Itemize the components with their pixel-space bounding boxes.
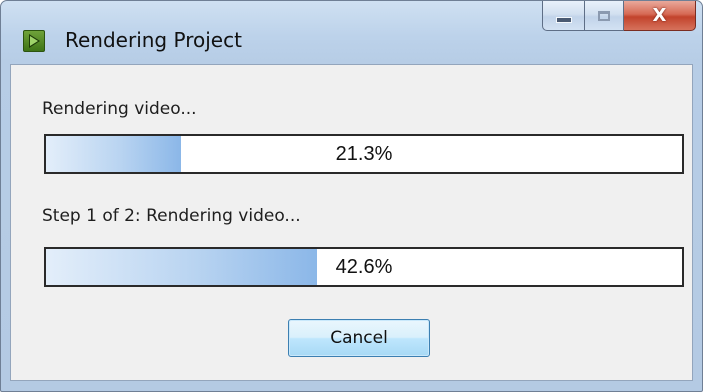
progress-bar-1-percent: 21.3% [335, 142, 393, 165]
progress-bar-2-percent: 42.6% [335, 255, 393, 278]
progress-2-label: Step 1 of 2: Rendering video... [42, 206, 301, 226]
progress-bar-2: 42.6% [44, 247, 684, 287]
minimize-button[interactable] [542, 1, 584, 31]
close-icon: X [652, 4, 667, 26]
caption-buttons: X [542, 1, 696, 31]
title-bar[interactable]: Rendering Project X [1, 1, 702, 59]
maximize-icon [598, 10, 610, 21]
minimize-icon [555, 16, 572, 23]
progress-bar-1: 21.3% [44, 134, 684, 174]
window-title: Rendering Project [65, 28, 242, 52]
cancel-button[interactable]: Cancel [288, 319, 430, 357]
rendering-project-window: Rendering Project X Rendering video... 2… [0, 0, 703, 392]
render-app-icon [23, 30, 45, 52]
close-button[interactable]: X [624, 1, 696, 31]
maximize-button[interactable] [584, 1, 624, 31]
dialog-content: Rendering video... 21.3% Step 1 of 2: Re… [10, 64, 693, 381]
progress-1-label: Rendering video... [42, 99, 197, 119]
